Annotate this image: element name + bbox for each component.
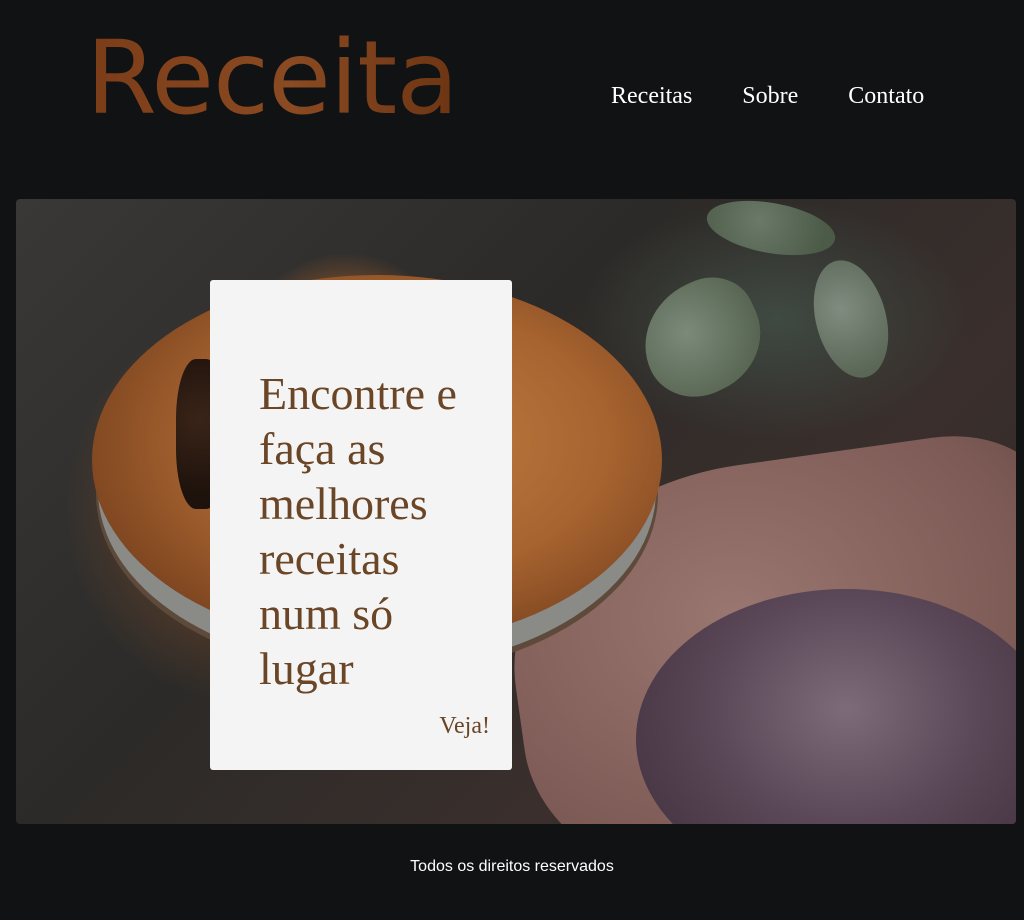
hero-leaf-decoration — [801, 251, 901, 387]
footer-copyright-text: Todos os direitos reservados — [410, 858, 614, 875]
hero-card-cta-link[interactable]: Veja! — [439, 712, 490, 740]
main-nav: Receitas Sobre Contato — [611, 82, 924, 110]
site-footer: Todos os direitos reservados — [0, 858, 1024, 876]
site-header: Receita Receitas Sobre Contato — [0, 0, 1024, 199]
hero-card-title: Encontre e faça as melhores receitas num… — [259, 368, 457, 694]
hero-card: Encontre e faça as melhores receitas num… — [210, 280, 512, 770]
nav-link-sobre[interactable]: Sobre — [742, 82, 798, 110]
hero-banner-image — [16, 199, 1016, 824]
hero-leaf-decoration — [702, 199, 840, 264]
hero-leaf-decoration — [624, 262, 780, 414]
nav-link-receitas[interactable]: Receitas — [611, 82, 692, 110]
site-logo[interactable]: Receita — [86, 28, 459, 130]
nav-link-contato[interactable]: Contato — [848, 82, 924, 110]
